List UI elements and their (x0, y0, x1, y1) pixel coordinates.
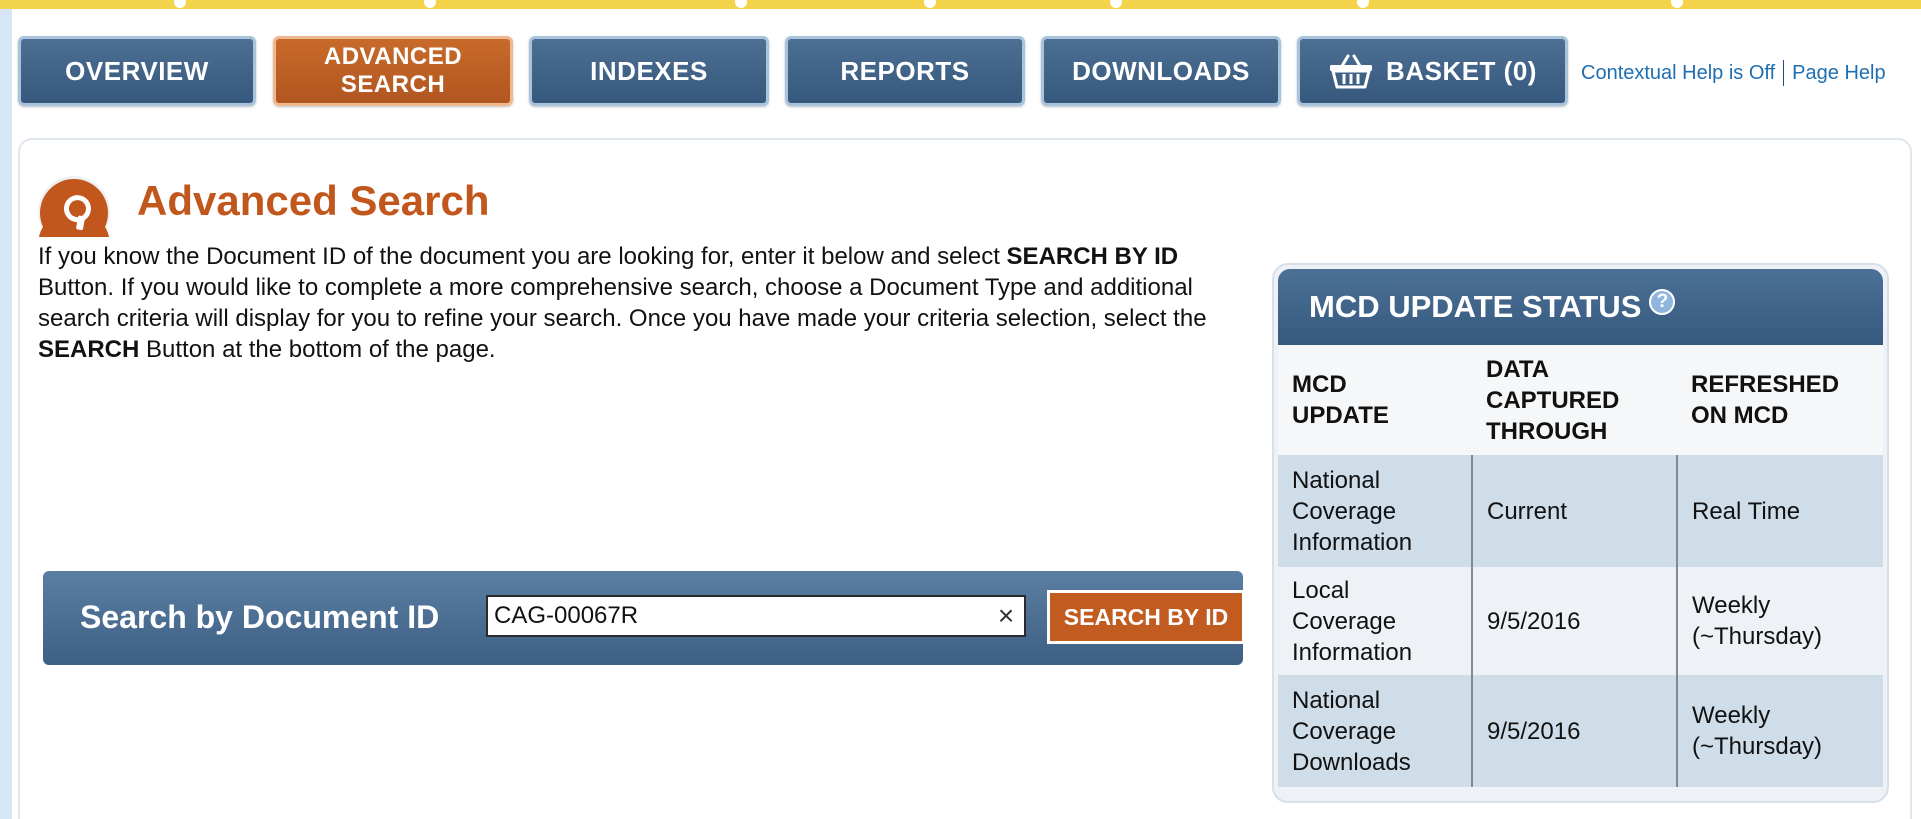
cell-line: Downloads (1292, 748, 1411, 776)
cell-line: Local (1292, 576, 1350, 604)
mcd-status-table: MCD UPDATE DATA CAPTURED THROUGH REFRESH… (1278, 345, 1883, 787)
nav-advanced-search-label-line1: ADVANCED (323, 43, 463, 70)
intro-text-search: SEARCH (38, 336, 140, 363)
cell-line: Information (1292, 638, 1413, 666)
basket-icon (1328, 53, 1374, 89)
column-header-refreshed: REFRESHED ON MCD (1677, 345, 1883, 455)
document-id-input[interactable] (486, 595, 1026, 637)
search-icon (36, 175, 114, 248)
cell-mcd-update: Local Coverage Information (1278, 567, 1472, 675)
top-decorative-strip (0, 0, 1921, 9)
cell-refreshed: Weekly (~Thursday) (1676, 567, 1883, 675)
strip-notch (424, 0, 436, 8)
cell-line: Weekly (1692, 592, 1771, 619)
page-help-link[interactable]: Page Help (1792, 62, 1885, 85)
nav-advanced-search-button[interactable]: ADVANCED SEARCH (273, 36, 513, 106)
nav-reports-label: REPORTS (840, 55, 970, 86)
header-line: CAPTURED (1486, 386, 1620, 414)
search-by-id-button[interactable]: SEARCH BY ID (1047, 590, 1245, 644)
cell-data-captured: Current (1471, 455, 1677, 567)
cell-refreshed: Real Time (1676, 455, 1883, 567)
page-title: Advanced Search (137, 177, 490, 224)
contextual-help-toggle-link[interactable]: Contextual Help is Off (1581, 62, 1775, 85)
cell-line: (~Thursday) (1692, 623, 1823, 650)
intro-text-part3: Button at the bottom of the page. (139, 336, 496, 363)
table-row: National Coverage Information Current Re… (1278, 455, 1883, 567)
nav-basket-button[interactable]: BASKET (0) (1297, 36, 1568, 106)
cell-line: (~Thursday) (1692, 733, 1823, 760)
strip-notch (924, 0, 936, 8)
cell-line: Real Time (1692, 497, 1801, 525)
mcd-update-status-title: MCD UPDATE STATUS (1309, 289, 1642, 324)
nav-downloads-button[interactable]: DOWNLOADS (1041, 36, 1281, 106)
search-by-id-label: Search by Document ID (80, 599, 440, 635)
nav-indexes-label: INDEXES (590, 55, 708, 86)
cell-data-captured: 9/5/2016 (1471, 567, 1677, 675)
cell-line: Coverage (1292, 717, 1397, 745)
header-line: UPDATE (1292, 402, 1389, 429)
header-line: REFRESHED (1691, 371, 1840, 398)
info-icon[interactable]: ? (1649, 289, 1676, 315)
strip-notch (1671, 0, 1683, 8)
cell-line: National (1292, 686, 1381, 714)
nav-overview-button[interactable]: OVERVIEW (18, 36, 256, 106)
help-links: Contextual Help is Off Page Help (1581, 60, 1886, 86)
nav-indexes-button[interactable]: INDEXES (529, 36, 769, 106)
intro-text: If you know the Document ID of the docum… (38, 241, 1248, 365)
strip-notch (1110, 0, 1122, 8)
mcd-update-status-header: MCD UPDATE STATUS ? (1278, 269, 1883, 345)
nav-reports-button[interactable]: REPORTS (785, 36, 1025, 106)
intro-text-part1: If you know the Document ID of the docum… (38, 243, 1007, 270)
cell-mcd-update: National Coverage Downloads (1278, 675, 1472, 787)
search-by-id-button-label: SEARCH BY ID (1063, 603, 1229, 630)
cell-line: Coverage (1292, 607, 1397, 635)
column-header-data-captured: DATA CAPTURED THROUGH (1472, 345, 1677, 455)
cell-line: Weekly (1692, 702, 1771, 729)
nav-advanced-search-label-line2: SEARCH (340, 71, 446, 98)
table-row: Local Coverage Information 9/5/2016 Week… (1278, 567, 1883, 675)
intro-text-search-by-id: SEARCH BY ID (1006, 243, 1179, 270)
header-line: MCD (1292, 371, 1347, 398)
intro-text-part2: Button. If you would like to complete a … (38, 274, 1207, 332)
strip-notch (174, 0, 186, 8)
cell-refreshed: Weekly (~Thursday) (1676, 675, 1883, 787)
search-by-id-bar: Search by Document ID × SEARCH BY ID (43, 571, 1245, 665)
table-row: National Coverage Downloads 9/5/2016 Wee… (1278, 675, 1883, 787)
mcd-update-status-panel: MCD UPDATE STATUS ? MCD UPDATE DATA CAPT… (1272, 263, 1889, 803)
cell-mcd-update: National Coverage Information (1278, 455, 1472, 567)
header-line: DATA (1486, 355, 1550, 383)
cell-data-captured: 9/5/2016 (1471, 675, 1677, 787)
nav-downloads-label: DOWNLOADS (1072, 55, 1250, 86)
header-line: ON MCD (1691, 402, 1789, 429)
help-links-divider (1783, 60, 1785, 86)
cell-line: Information (1292, 528, 1413, 556)
header-line: THROUGH (1486, 417, 1608, 445)
strip-notch (735, 0, 747, 8)
cell-line: National (1292, 466, 1381, 494)
cell-line: Coverage (1292, 497, 1397, 525)
column-header-mcd-update: MCD UPDATE (1278, 345, 1472, 455)
nav-overview-label: OVERVIEW (65, 55, 209, 86)
nav-basket-label: BASKET (0) (1386, 55, 1537, 86)
clear-input-icon[interactable]: × (991, 601, 1021, 631)
strip-notch (1357, 0, 1369, 8)
